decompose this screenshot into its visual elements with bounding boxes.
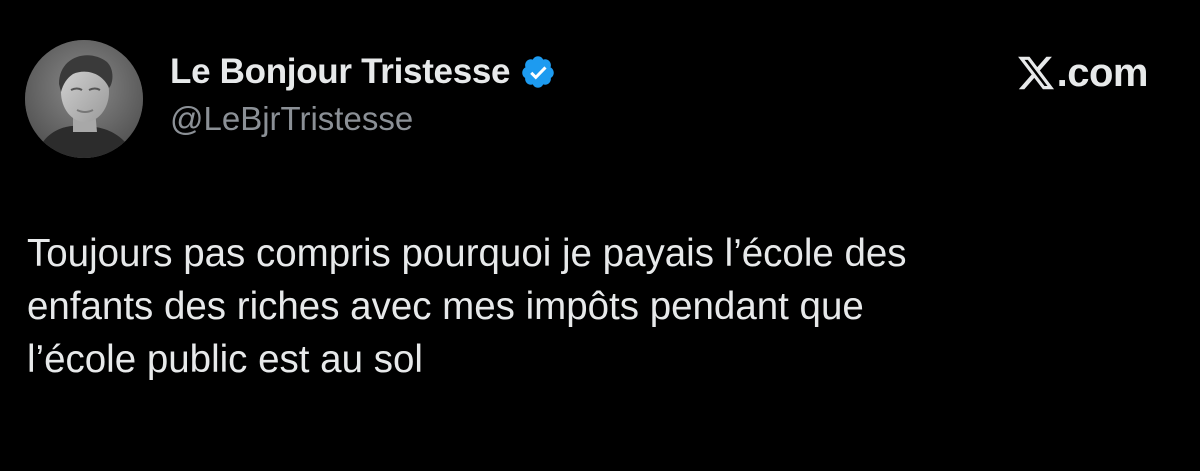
x-logo-icon: [1016, 53, 1056, 93]
x-brand-watermark: .com: [1016, 48, 1149, 98]
brand-domain-suffix: .com: [1056, 50, 1149, 95]
author-display-name[interactable]: Le Bonjour Tristesse: [170, 52, 511, 92]
tweet-text: Toujours pas compris pourquoi je payais …: [27, 227, 1167, 386]
author-name-row: Le Bonjour Tristesse: [170, 50, 556, 94]
tweet-card: Le Bonjour Tristesse @LeBjrTristesse .co…: [0, 0, 1200, 471]
author-handle[interactable]: @LeBjrTristesse: [170, 100, 413, 138]
verified-badge-icon: [520, 54, 556, 90]
tweet-text-line: l’école public est au sol: [27, 338, 423, 381]
avatar-portrait-icon: [25, 40, 143, 158]
avatar[interactable]: [25, 40, 143, 158]
tweet-text-line: Toujours pas compris pourquoi je payais …: [27, 232, 907, 275]
tweet-text-line: enfants des riches avec mes impôts penda…: [27, 285, 864, 328]
